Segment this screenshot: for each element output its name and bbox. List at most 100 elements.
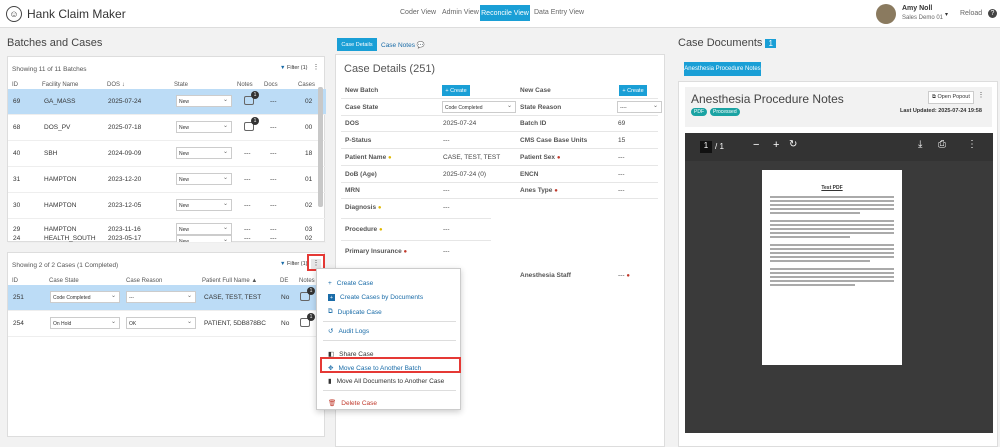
processed-badge: Processed <box>710 108 740 116</box>
label-dos: DOS <box>345 120 360 127</box>
user-dropdown-icon[interactable]: ▾ <box>945 11 948 18</box>
value-dob: 2025-07-24 (0) <box>443 171 486 178</box>
cases-showing: Showing 2 of 2 Cases (1 Completed) <box>12 262 119 269</box>
col-notes: Notes <box>299 278 315 284</box>
label-batch-id: Batch ID <box>520 120 547 127</box>
batches-scrollbar[interactable] <box>318 87 323 207</box>
hank-logo-icon: ☺ <box>6 6 22 22</box>
zoom-in-icon[interactable]: + <box>773 139 779 151</box>
state-select[interactable]: New <box>176 121 232 133</box>
label-encn: ENCN <box>520 171 539 178</box>
batches-menu-button[interactable]: ⋮ <box>311 63 321 73</box>
tab-case-details[interactable]: Case Details <box>337 38 377 51</box>
menu-duplicate-case[interactable]: ⧉ Duplicate Case <box>328 308 382 316</box>
col-cases: Cases <box>298 82 316 88</box>
user-org: Sales Demo 01 <box>902 15 944 21</box>
nav-coder-view[interactable]: Coder View <box>400 9 436 16</box>
col-docs: Docs <box>264 82 278 88</box>
copy-icon: ⧉ <box>328 308 333 315</box>
create-case-button[interactable]: + Create <box>619 85 647 96</box>
create-batch-button[interactable]: + Create <box>442 85 470 96</box>
case-state-select[interactable]: On Hold <box>50 317 120 329</box>
print-icon[interactable]: ⎙ <box>938 139 946 150</box>
batches-title: Batches and Cases <box>7 37 103 49</box>
tab-anesthesia-notes[interactable]: Anesthesia Procedure Notes <box>684 62 761 76</box>
open-popout-button[interactable]: ⧉ Open Popout <box>928 91 974 104</box>
history-icon: ↺ <box>328 328 334 335</box>
value-p-status: --- <box>443 137 450 144</box>
value-mrn: --- <box>443 187 450 194</box>
case-state-select[interactable]: Code Completed <box>442 101 516 113</box>
state-select[interactable]: New <box>176 173 232 185</box>
document-icon: ▮ <box>328 378 332 385</box>
table-row[interactable]: 69 GA_MASS 2025-07-24 New 1 --- 02 <box>8 89 326 115</box>
user-name: Amy Noll <box>902 5 933 12</box>
label-patient-sex: Patient Sex ● <box>520 154 561 161</box>
col-dos[interactable]: DOS ↓ <box>107 82 125 88</box>
case-reason-select[interactable]: --- <box>126 291 196 303</box>
table-row[interactable]: 251 Code Completed --- CASE, TEST, TEST … <box>8 285 326 311</box>
state-select[interactable]: New <box>176 95 232 107</box>
table-row[interactable]: 40 SBH 2024-09-09 New --- --- 18 <box>8 141 326 167</box>
value-batch-id: 69 <box>618 120 626 127</box>
case-actions-menu: + Create Case + Create Cases by Documents … <box>316 268 461 410</box>
state-select[interactable]: New <box>176 199 232 211</box>
tab-case-notes[interactable]: Case Notes 💬 <box>381 41 425 49</box>
highlight-move-case <box>320 357 461 373</box>
pdf-page: Test PDF <box>762 170 902 365</box>
table-row[interactable]: 31 HAMPTON 2023-12-20 New --- --- 01 <box>8 167 326 193</box>
state-reason-select[interactable]: ---- <box>617 101 662 113</box>
table-row[interactable]: 254 On Hold OK PATIENT, 5DB878BC No 1 <box>8 311 326 337</box>
avatar[interactable] <box>876 4 896 24</box>
reload-button[interactable]: Reload <box>960 10 982 17</box>
case-state-select[interactable]: Code Completed <box>50 291 120 303</box>
menu-audit-logs[interactable]: ↺ Audit Logs <box>328 327 369 336</box>
menu-create-cases-by-documents[interactable]: + Create Cases by Documents <box>328 294 423 301</box>
app-logo[interactable]: ☺ Hank Claim Maker <box>6 6 126 22</box>
col-case-state: Case State <box>49 278 79 284</box>
zoom-out-icon[interactable]: − <box>753 139 759 151</box>
rotate-icon[interactable]: ↻ <box>789 139 797 150</box>
label-anes-type: Anes Type ● <box>520 187 558 194</box>
value-diagnosis: --- <box>443 204 450 211</box>
cases-filter-button[interactable]: ▼ Filter (1) <box>280 261 307 267</box>
batches-filter-button[interactable]: ▼ Filter (1) <box>280 65 307 71</box>
external-link-icon: ⧉ <box>932 94 936 100</box>
table-row[interactable]: 68 DOS_PV 2025-07-18 New 1 --- 00 <box>8 115 326 141</box>
document-menu-button[interactable]: ⋮ <box>976 91 986 101</box>
menu-delete-case[interactable]: 🗑 Delete Case <box>328 399 377 408</box>
plus-icon: + <box>328 280 332 287</box>
sort-icon: ↓ <box>121 82 125 88</box>
notes-count-badge: 1 <box>307 287 315 295</box>
batches-showing: Showing 11 of 11 Batches <box>12 66 87 73</box>
label-cms-units: CMS Case Base Units <box>520 137 588 144</box>
pdf-page-count: / 1 <box>715 142 724 151</box>
col-patient-name[interactable]: Patient Full Name ▲ <box>202 278 257 284</box>
help-icon[interactable]: ? <box>988 9 997 18</box>
nav-data-entry-view[interactable]: Data Entry View <box>534 9 584 16</box>
value-primary-insurance: --- <box>443 248 450 255</box>
col-de: DE <box>280 278 289 284</box>
state-select[interactable]: New <box>176 147 232 159</box>
menu-create-case[interactable]: + Create Case <box>328 280 373 287</box>
nav-admin-view[interactable]: Admin View <box>442 9 479 16</box>
state-select[interactable]: New <box>176 235 232 242</box>
download-icon[interactable]: ⤓ <box>918 139 922 150</box>
trash-icon: 🗑 <box>328 400 337 407</box>
last-updated: Last Updated: 2025-07-24 19:58 <box>900 108 982 114</box>
menu-move-all-documents[interactable]: ▮ Move All Documents to Another Case <box>328 377 444 386</box>
label-mrn: MRN <box>345 187 360 194</box>
nav-reconcile-view[interactable]: Reconcile View <box>480 5 530 21</box>
table-row[interactable]: 24 HEALTH_SOUTH 2023-05-17 New --- --- 0… <box>8 233 326 242</box>
case-reason-select[interactable]: OK <box>126 317 196 329</box>
table-row[interactable]: 30 HAMPTON 2023-12-05 New --- --- 02 <box>8 193 326 219</box>
pdf-page-input[interactable]: 1 <box>700 141 712 153</box>
notes-count-badge: 1 <box>251 91 259 99</box>
col-id: ID <box>12 82 18 88</box>
col-case-reason: Case Reason <box>126 278 163 284</box>
label-case-state: Case State <box>345 104 379 111</box>
app-title: Hank Claim Maker <box>27 7 126 21</box>
value-procedure: --- <box>443 226 450 233</box>
document-title: Anesthesia Procedure Notes <box>691 92 844 106</box>
pdf-more-icon[interactable]: ⋮ <box>967 139 977 150</box>
